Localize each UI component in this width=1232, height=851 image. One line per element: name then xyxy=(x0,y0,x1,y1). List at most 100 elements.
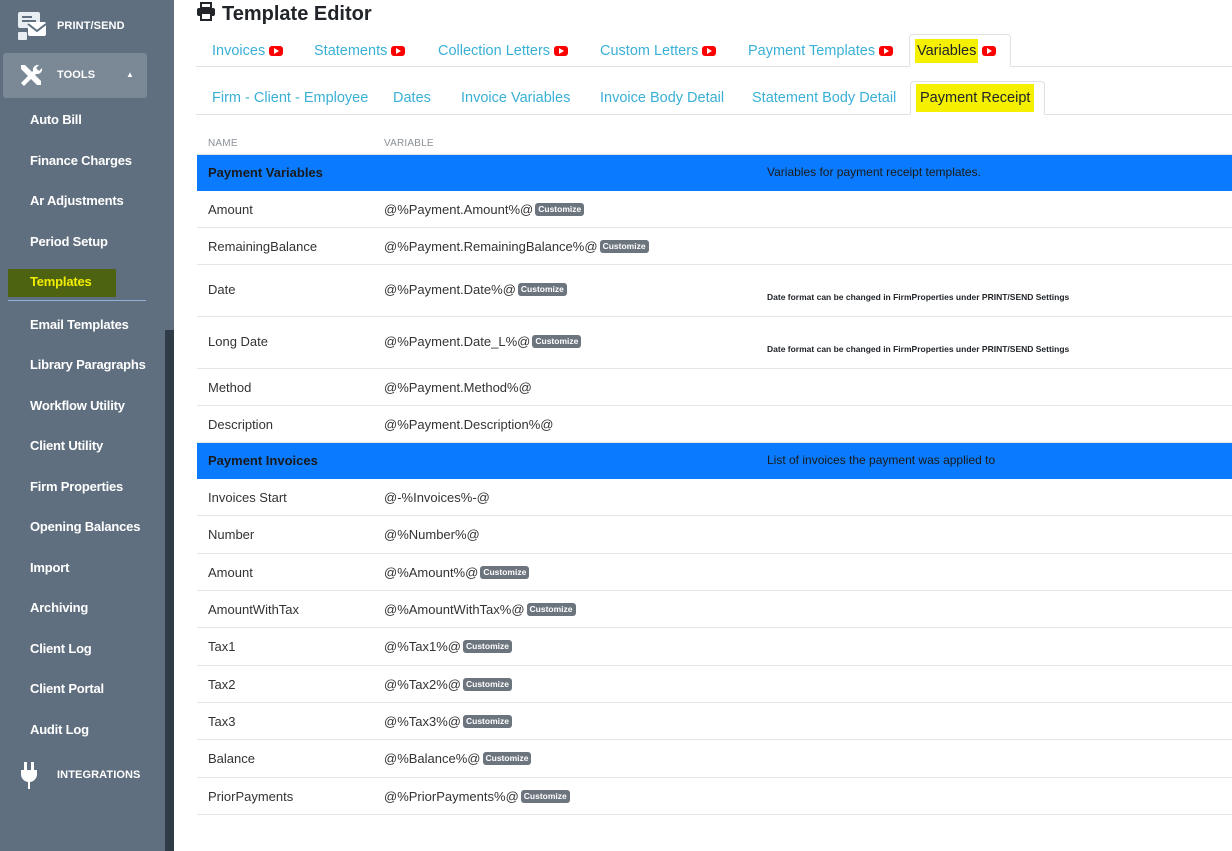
variable-code: @%Payment.RemainingBalance%@ xyxy=(384,239,598,254)
cell-description: List of invoices the payment was applied… xyxy=(767,453,996,467)
cell-variable: @%Payment.Method%@ xyxy=(384,380,532,395)
customize-button[interactable]: Customize xyxy=(520,790,570,803)
sidebar-item-client-utility[interactable]: Client Utility xyxy=(30,437,103,455)
cell-name: Payment Invoices xyxy=(208,453,318,468)
tab-variables[interactable]: Variables xyxy=(909,34,1012,67)
youtube-icon[interactable] xyxy=(879,45,894,56)
cell-variable: @%Tax2%@ Customize xyxy=(384,677,512,692)
cell-name: RemainingBalance xyxy=(208,239,318,254)
cell-name: Description xyxy=(208,417,274,432)
customize-button[interactable]: Customize xyxy=(462,640,512,653)
integrations-label: INTEGRATIONS xyxy=(57,769,141,781)
plug-icon xyxy=(19,761,39,796)
subtab-firm-client-employee[interactable]: Firm - Client - Employee xyxy=(196,81,384,115)
cell-name: PriorPayments xyxy=(208,789,294,804)
sidebar-item-client-portal[interactable]: Client Portal xyxy=(30,680,104,698)
sidebar-item-archiving[interactable]: Archiving xyxy=(30,599,88,617)
tab-statements[interactable]: Statements xyxy=(298,34,421,67)
sidebar-item-templates[interactable]: Templates xyxy=(30,273,92,291)
youtube-icon[interactable] xyxy=(269,45,284,56)
table-row: PriorPayments @%PriorPayments%@ Customize xyxy=(197,778,1232,815)
subtab-dates[interactable]: Dates xyxy=(377,81,447,115)
sidebar-item-period-setup[interactable]: Period Setup xyxy=(30,233,108,251)
table-row: RemainingBalance @%Payment.RemainingBalan… xyxy=(197,228,1232,265)
main-content: Template Editor Invoices Statements Coll… xyxy=(174,0,1232,851)
table-row: Invoices Start @-%Invoices%-@ xyxy=(197,479,1232,516)
variable-code: @%Number%@ xyxy=(384,527,480,542)
sidebar-item-email-templates[interactable]: Email Templates xyxy=(30,316,129,334)
variable-code: @%Payment.Method%@ xyxy=(384,380,532,395)
customize-button[interactable]: Customize xyxy=(462,715,512,728)
variable-code: @%AmountWithTax%@ xyxy=(384,602,525,617)
cell-name: Date xyxy=(208,282,236,297)
variable-code: @-%Invoices%-@ xyxy=(384,490,490,505)
cell-variable: @%Payment.Description%@ xyxy=(384,417,553,432)
table-row: Method @%Payment.Method%@ xyxy=(197,369,1232,406)
variable-code: @%Payment.Description%@ xyxy=(384,417,554,432)
customize-button[interactable]: Customize xyxy=(526,603,576,616)
table-row: Amount @%Payment.Amount%@ Customize xyxy=(197,191,1232,228)
table-row: Amount @%Amount%@ Customize xyxy=(197,554,1232,591)
tab-label: Custom Letters xyxy=(600,42,699,59)
subtab-invoice-variables[interactable]: Invoice Variables xyxy=(445,81,586,115)
cell-name: Invoices Start xyxy=(208,490,287,505)
variable-code: @%Tax3%@ xyxy=(384,714,461,729)
youtube-icon[interactable] xyxy=(982,45,997,56)
youtube-icon[interactable] xyxy=(554,45,569,56)
customize-button[interactable]: Customize xyxy=(482,752,532,765)
customize-button[interactable]: Customize xyxy=(517,283,567,296)
table-row: Balance @%Balance%@ Customize xyxy=(197,740,1232,778)
subtab-payment-receipt[interactable]: Payment Receipt xyxy=(910,81,1046,115)
subtab-invoice-body-detail[interactable]: Invoice Body Detail xyxy=(584,81,740,115)
sidebar-item-ar-adjustments[interactable]: Ar Adjustments xyxy=(30,192,124,210)
sidebar-item-library-paragraphs[interactable]: Library Paragraphs xyxy=(30,356,146,374)
customize-button[interactable]: Customize xyxy=(535,203,585,216)
cell-description: Variables for payment receipt templates. xyxy=(767,165,981,179)
table-row: Tax1 @%Tax1%@ Customize xyxy=(197,628,1232,666)
table-row: Long Date @%Payment.Date_L%@ Customize Date… xyxy=(197,317,1232,369)
sidebar-item-import[interactable]: Import xyxy=(30,559,69,577)
variable-code: @%Balance%@ xyxy=(384,751,481,766)
customize-button[interactable]: Customize xyxy=(462,678,512,691)
sidebar-item-opening-balances[interactable]: Opening Balances xyxy=(30,518,140,536)
printer-icon xyxy=(196,2,216,27)
customize-button[interactable]: Customize xyxy=(599,240,649,253)
youtube-icon[interactable] xyxy=(702,45,717,56)
tab-custom-letters[interactable]: Custom Letters xyxy=(584,34,732,67)
customize-button[interactable]: Customize xyxy=(532,335,582,348)
cell-variable: @%Tax1%@ Customize xyxy=(384,639,512,654)
tools-label: TOOLS xyxy=(57,69,96,81)
sidebar-item-finance-charges[interactable]: Finance Charges xyxy=(30,152,132,170)
customize-button[interactable]: Customize xyxy=(480,566,530,579)
chevron-up-icon: ▲ xyxy=(126,70,134,79)
cell-variable: @%Payment.Date%@ Customize xyxy=(384,282,567,297)
cell-variable: @%Balance%@ Customize xyxy=(384,751,532,766)
cell-variable: @%Tax3%@ Customize xyxy=(384,714,512,729)
print-send-label: PRINT/SEND xyxy=(57,20,125,32)
sidebar-section-integrations[interactable]: INTEGRATIONS xyxy=(0,757,165,793)
sidebar-section-print-send[interactable]: PRINT/SEND xyxy=(0,8,165,44)
youtube-icon[interactable] xyxy=(391,45,406,56)
sidebar-item-audit-log[interactable]: Audit Log xyxy=(30,721,89,739)
cell-name: Long Date xyxy=(208,334,268,349)
tab-payment-templates[interactable]: Payment Templates xyxy=(732,34,909,67)
tab-label: Invoices xyxy=(212,42,266,59)
table-row: Date @%Payment.Date%@ Customize Date format… xyxy=(197,265,1232,317)
table-row: Description @%Payment.Description%@ xyxy=(197,406,1232,443)
subtab-statement-body-detail[interactable]: Statement Body Detail xyxy=(736,81,912,115)
table-row: Number @%Number%@ xyxy=(197,516,1232,554)
sidebar-item-firm-properties[interactable]: Firm Properties xyxy=(30,478,123,496)
cell-note: Date format can be changed in FirmProper… xyxy=(767,344,1070,354)
tab-label: Collection Letters xyxy=(438,42,551,59)
sidebar-item-auto-bill[interactable]: Auto Bill xyxy=(30,111,82,129)
tab-collection-letters[interactable]: Collection Letters xyxy=(422,34,584,67)
sidebar-item-workflow-utility[interactable]: Workflow Utility xyxy=(30,397,125,415)
sidebar-section-tools[interactable]: TOOLS ▲ xyxy=(3,53,147,98)
print-send-icon xyxy=(16,10,48,49)
sidebar-scrollbar[interactable] xyxy=(165,330,174,851)
table-body: Payment Variables Variables for payment r… xyxy=(197,155,1232,815)
tab-invoices[interactable]: Invoices xyxy=(196,34,299,67)
sidebar-item-client-log[interactable]: Client Log xyxy=(30,640,92,658)
variable-code: @%Tax1%@ xyxy=(384,639,461,654)
subtab-label: Payment Receipt xyxy=(916,84,1035,112)
